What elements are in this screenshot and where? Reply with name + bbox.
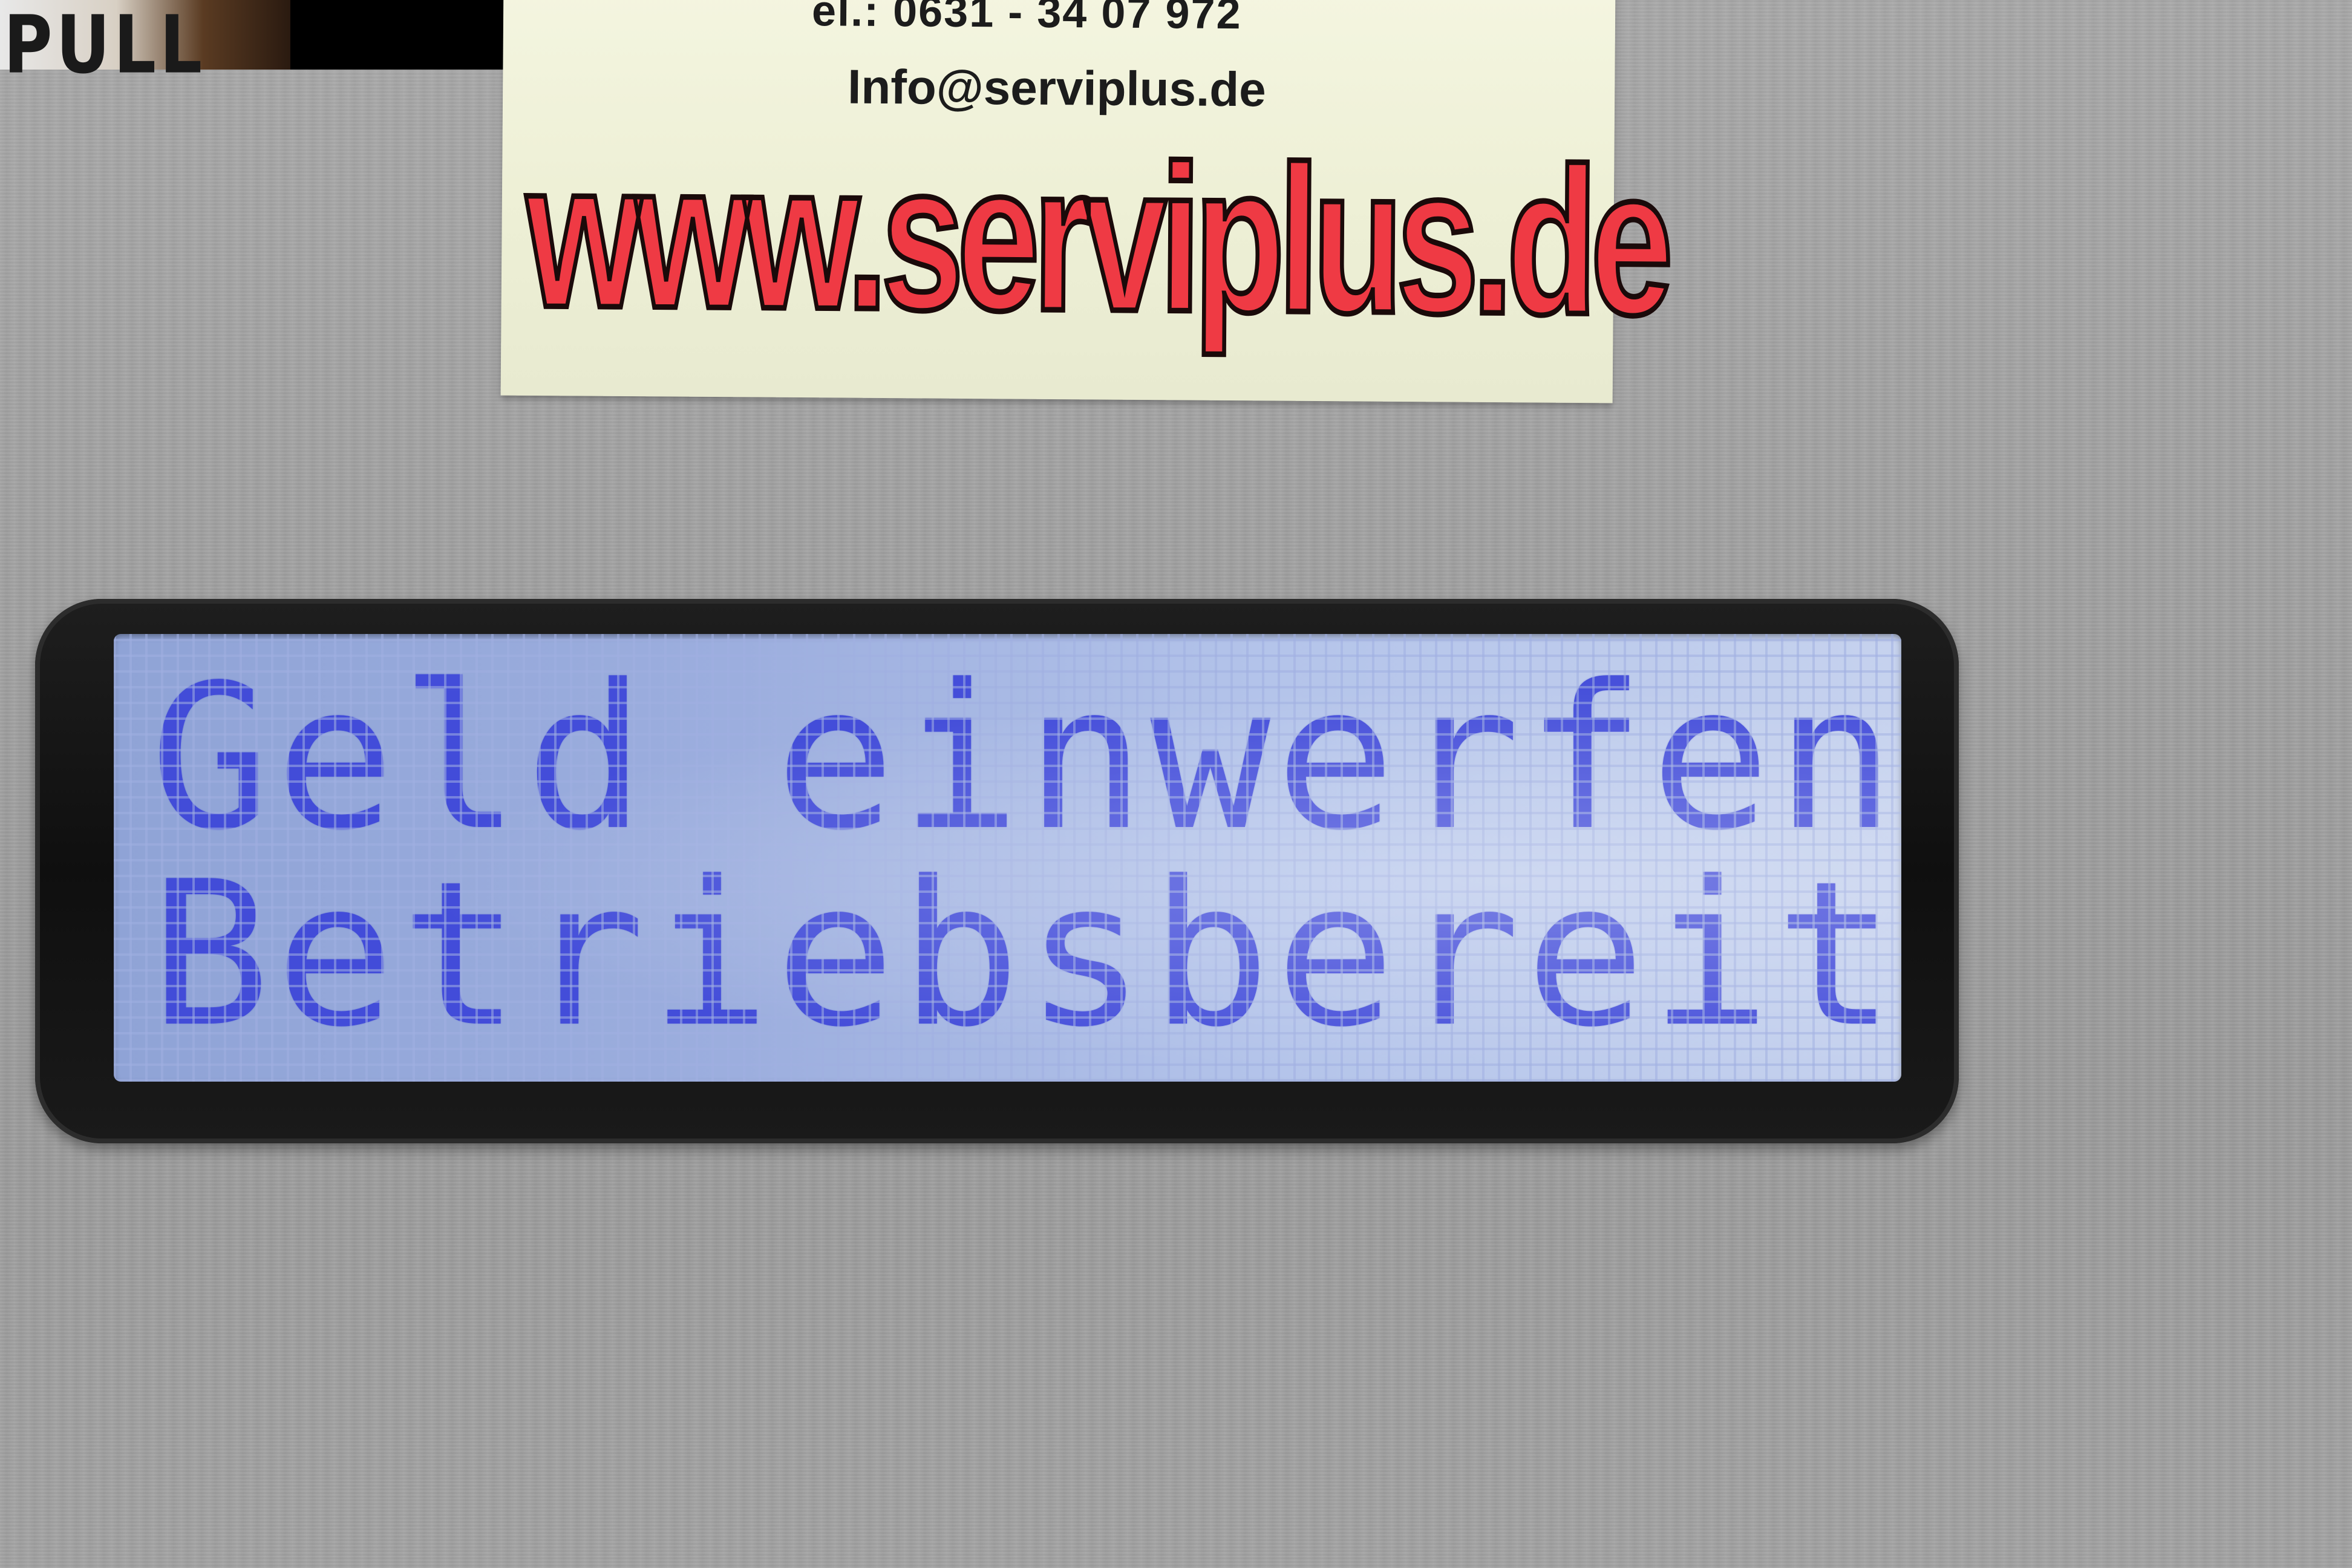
lcd-bezel: Geld einwerfen Betriebsbereit: [35, 599, 1959, 1143]
sticker-phone: el.: 0631 - 34 07 972: [811, 0, 1242, 39]
serviplus-sticker: el.: 0631 - 34 07 972 Info@serviplus.de …: [500, 0, 1670, 403]
lcd-display: Geld einwerfen Betriebsbereit: [114, 634, 1901, 1082]
pull-label: PULL: [4, 0, 206, 91]
pull-label-area: PULL: [0, 0, 290, 85]
sticker-email: Info@serviplus.de: [847, 59, 1267, 117]
sticker-url: www.serviplus.de: [523, 114, 1670, 361]
lcd-line-1: Geld einwerfen: [150, 642, 1901, 874]
lcd-line-2: Betriebsbereit: [150, 838, 1901, 1071]
